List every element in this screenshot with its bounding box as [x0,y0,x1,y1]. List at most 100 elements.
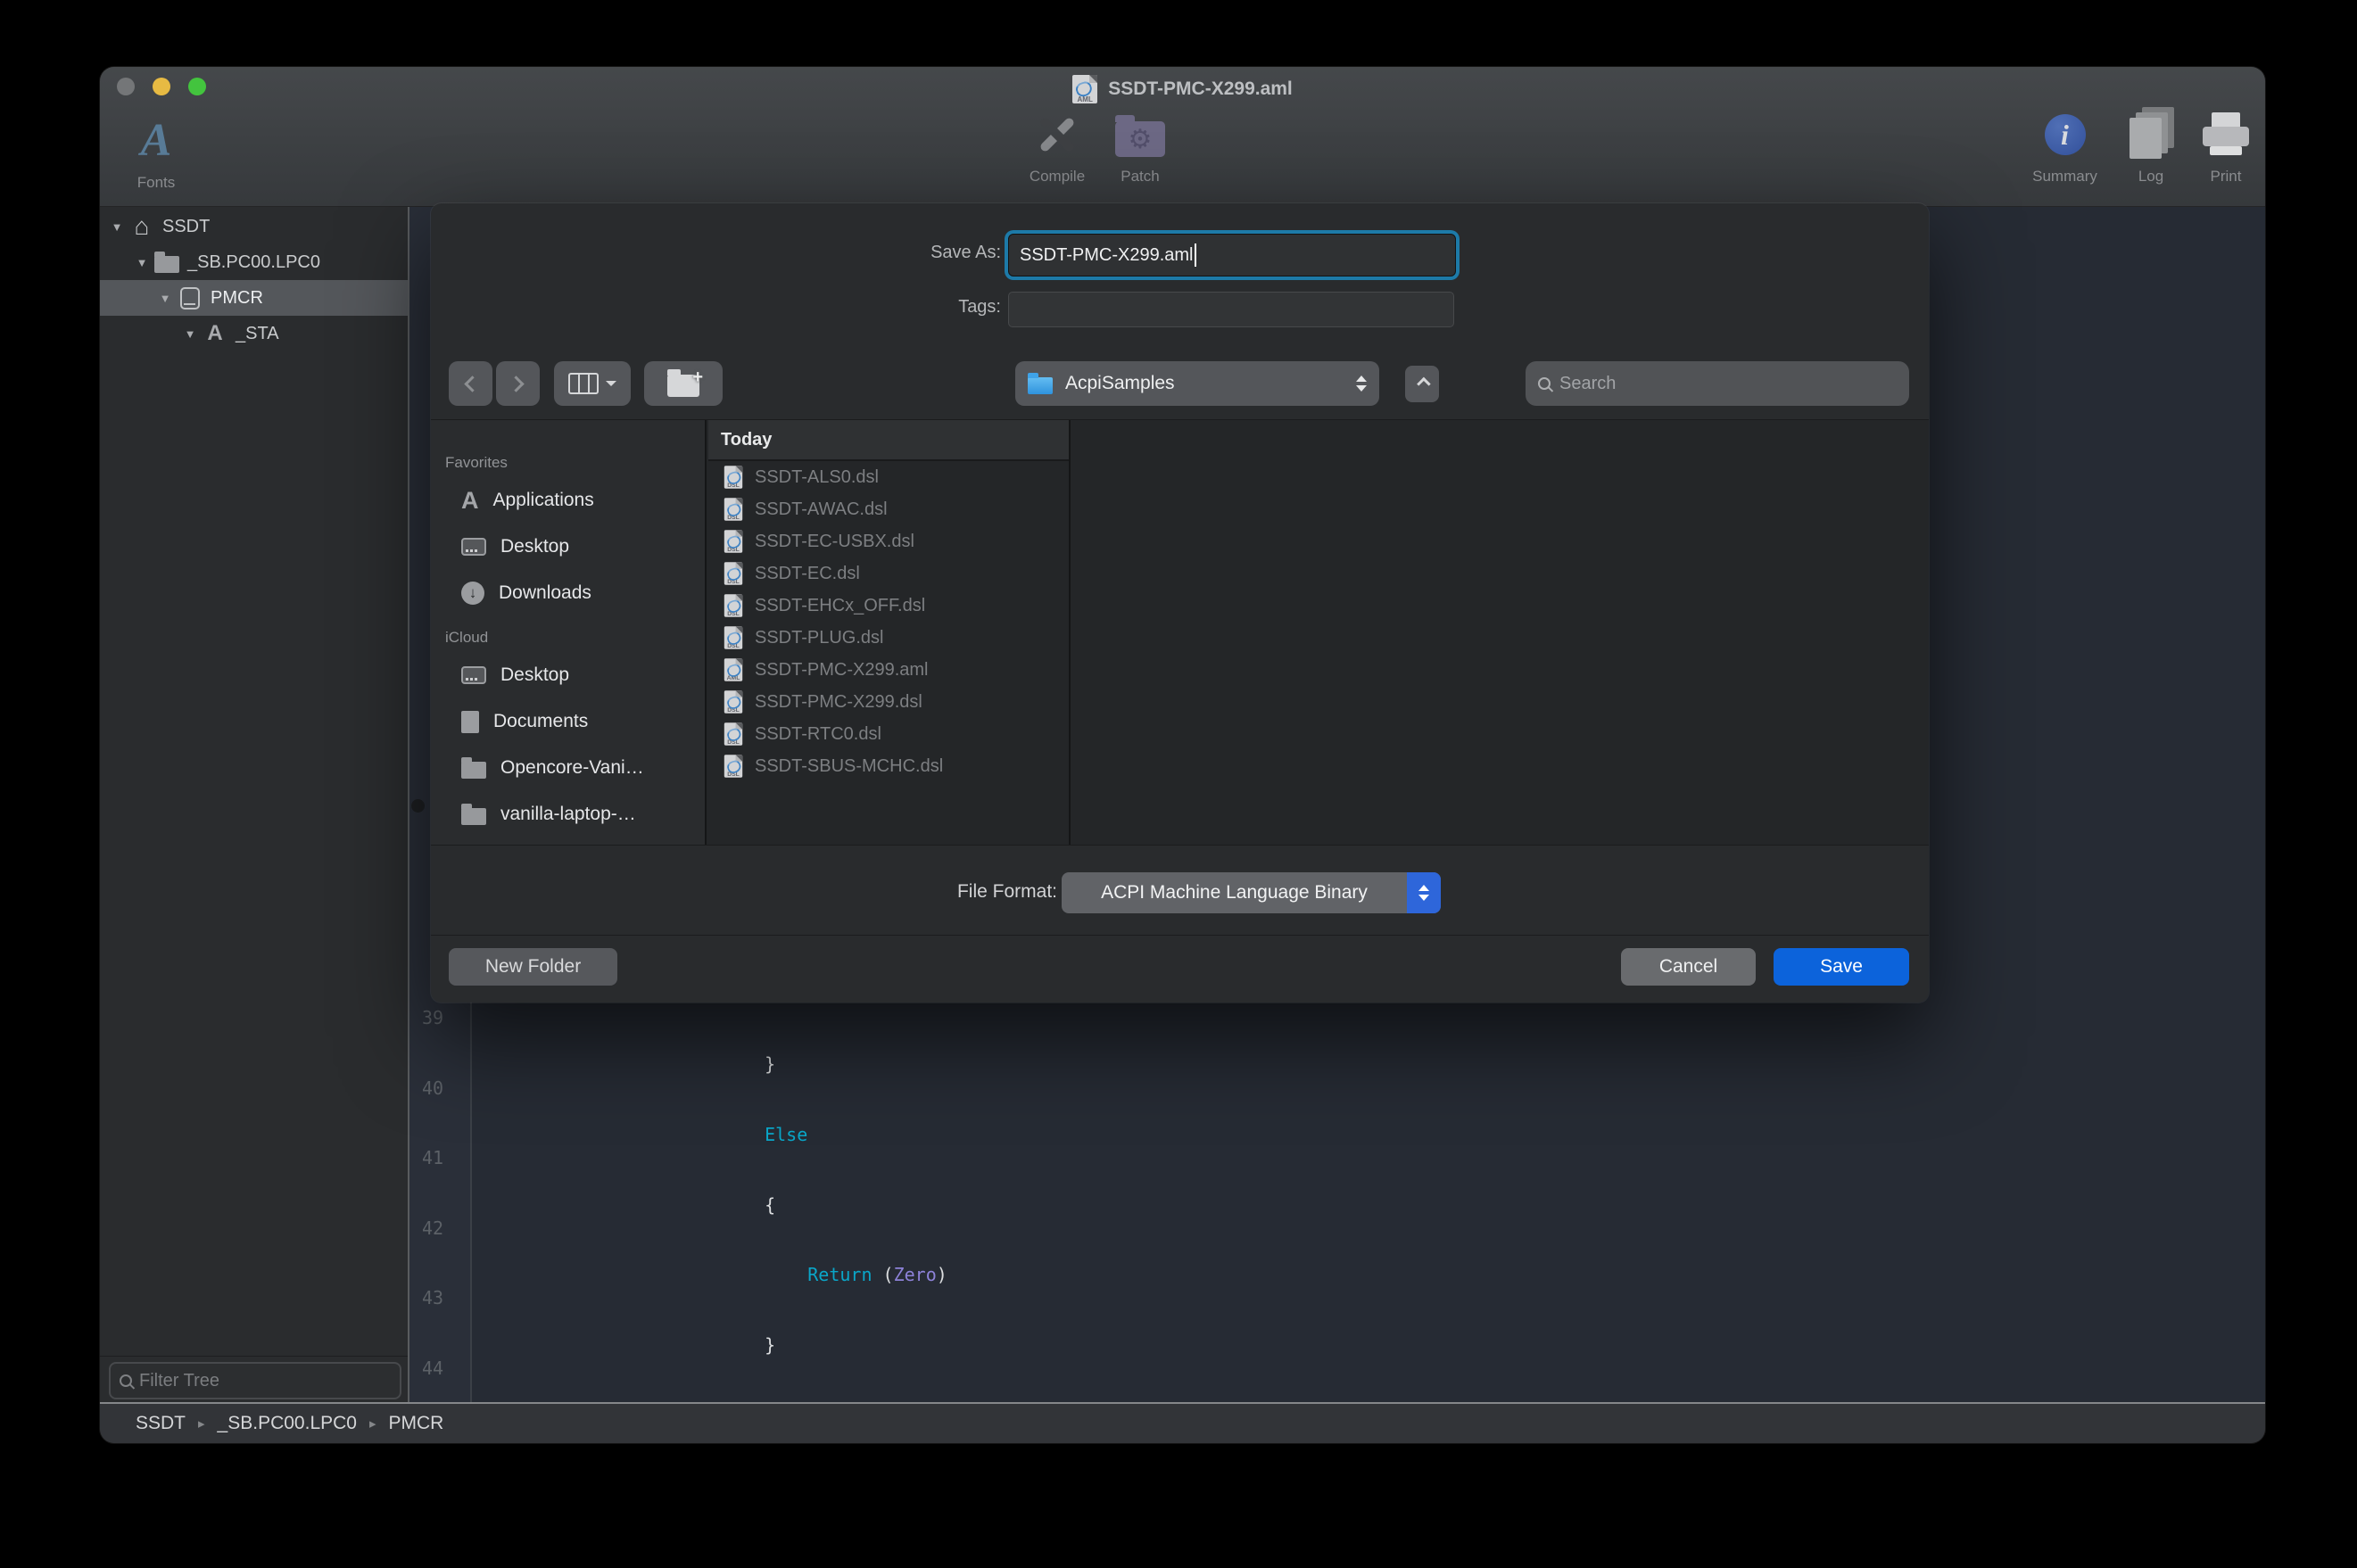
window-title: SSDT-PMC-X299.aml [1108,78,1293,100]
favorites-item-icon [461,666,486,684]
search-icon [1538,377,1551,390]
file-row[interactable]: DSL SSDT-EC.dsl [708,557,1069,590]
favorites-item-label: Documents [493,711,588,732]
code-line: 42 Return (Zero) [409,1217,2265,1287]
tree-item-icon: ⌂ [135,214,150,239]
line-number: 43 [409,1286,472,1357]
favorites-item[interactable]: Documents [431,698,705,745]
toolbar-print-button[interactable]: Print [2195,107,2257,186]
tree-row[interactable]: ▼ ⌂ SSDT [100,209,408,244]
favorites-item[interactable]: Opencore-Vani… [431,745,705,791]
line-number: 42 [409,1217,472,1287]
acpi-tree: ▼ ⌂ SSDT ▼ _SB.PC00.LPC0 ▼ PMCR ▼ A [100,209,408,351]
code-text: Else [472,1077,807,1147]
print-icon [2203,112,2249,157]
popup-accent [1407,872,1441,913]
window-title-row: AML SSDT-PMC-X299.aml [100,74,2265,104]
split-handle-dot[interactable] [411,799,425,813]
code-line: 43 } [409,1286,2265,1357]
toolbar-summary-button[interactable]: i Summary [2018,107,2112,186]
folder-icon [1028,377,1053,394]
code-line: 40 Else [409,1077,2265,1147]
toolbar-fonts-button[interactable]: A Fonts [116,113,196,192]
log-label: Log [2138,168,2163,186]
favorites-item[interactable]: Desktop [431,524,705,570]
tree-row[interactable]: ▼ PMCR [100,280,408,316]
tree-row[interactable]: ▼ A _STA [100,316,408,351]
tree-item-label: _SB.PC00.LPC0 [187,252,320,273]
line-number: 41 [409,1146,472,1217]
location-value: AcpiSamples [1065,373,1344,394]
toolbar-compile-button[interactable]: Compile [1008,107,1106,186]
forward-button[interactable] [496,361,540,406]
favorites-item[interactable]: Desktop [431,652,705,698]
file-row[interactable]: AML SSDT-PMC-X299.aml [708,654,1069,686]
breadcrumb: SSDT ▸ _SB.PC00.LPC0 ▸ PMCR [136,1413,443,1434]
expander-icon[interactable]: ▼ [134,256,150,269]
print-label: Print [2211,168,2242,186]
line-number: 40 [409,1077,472,1147]
code-line: 39 } [409,1006,2265,1077]
tree-row[interactable]: ▼ _SB.PC00.LPC0 [100,244,408,280]
file-format-popup[interactable]: ACPI Machine Language Binary [1062,872,1441,913]
file-row[interactable]: DSL SSDT-EC-USBX.dsl [708,525,1069,557]
fonts-label: Fonts [137,174,176,192]
favorites-section: iCloud Desktop Documents [431,629,705,838]
location-popup[interactable]: AcpiSamples [1015,361,1379,406]
favorites-item[interactable]: vanilla-laptop-… [431,791,705,838]
breadcrumb-separator-icon: ▸ [369,1415,376,1432]
chevron-down-icon [606,381,616,392]
tags-field[interactable] [1008,292,1454,327]
new-folder-toolbar-button[interactable] [644,361,723,406]
favorites-section: Favorites A Applications Desktop ↓ [431,454,705,616]
status-bar: SSDT ▸ _SB.PC00.LPC0 ▸ PMCR [100,1402,2265,1443]
save-as-value: SSDT-PMC-X299.aml [1020,245,1194,266]
cancel-button[interactable]: Cancel [1621,948,1756,986]
tree-item-label: SSDT [162,217,210,237]
filter-tree-field[interactable] [109,1362,401,1399]
new-folder-button[interactable]: New Folder [449,948,617,986]
file-row[interactable]: DSL SSDT-PMC-X299.dsl [708,686,1069,718]
file-row[interactable]: DSL SSDT-ALS0.dsl [708,461,1069,493]
file-list: DSL SSDT-ALS0.dsl DSL SSDT-AWAC.dsl DSL … [708,461,1069,782]
favorites-item[interactable]: ↓ Downloads [431,570,705,616]
filter-tree-input[interactable] [139,1371,391,1391]
breadcrumb-item[interactable]: SSDT [136,1413,186,1434]
view-columns-button[interactable] [554,361,631,406]
toolbar-patch-button[interactable]: ⚙ Patch [1104,107,1176,186]
back-button[interactable] [449,361,492,406]
expander-icon[interactable]: ▼ [109,220,125,234]
file-row[interactable]: DSL SSDT-AWAC.dsl [708,493,1069,525]
favorites-item[interactable]: A Applications [431,477,705,524]
search-icon [120,1374,132,1387]
tree-item-icon [180,287,200,309]
tags-label: Tags: [805,297,1001,318]
save-as-field[interactable]: SSDT-PMC-X299.aml [1008,234,1456,276]
breadcrumb-item[interactable]: _SB.PC00.LPC0 [218,1413,357,1434]
favorites-item-icon: A [461,489,479,513]
file-format-value: ACPI Machine Language Binary [1062,882,1407,904]
breadcrumb-separator-icon: ▸ [198,1415,205,1432]
search-input[interactable] [1559,374,1897,394]
acpi-tree-sidebar: ▼ ⌂ SSDT ▼ _SB.PC00.LPC0 ▼ PMCR ▼ A [100,207,408,1402]
search-field[interactable] [1526,361,1909,406]
line-number: 39 [409,1006,472,1077]
file-row[interactable]: DSL SSDT-PLUG.dsl [708,622,1069,654]
chevron-up-icon [1417,377,1431,392]
favorites-section-title: Favorites [431,454,705,472]
popup-chevrons-icon [1356,370,1367,397]
save-as-label: Save As: [805,243,1001,263]
toolbar-log-button[interactable]: Log [2120,107,2182,186]
save-button[interactable]: Save [1774,948,1909,986]
code-text: { [472,1146,775,1217]
expander-icon[interactable]: ▼ [182,327,198,341]
file-row[interactable]: DSL SSDT-RTC0.dsl [708,718,1069,750]
favorites-item-label: Applications [493,490,594,511]
file-name: SSDT-EHCx_OFF.dsl [755,596,925,616]
breadcrumb-item[interactable]: PMCR [389,1413,444,1434]
collapse-dialog-button[interactable] [1405,366,1439,402]
file-row[interactable]: DSL SSDT-SBUS-MCHC.dsl [708,750,1069,782]
expander-icon[interactable]: ▼ [157,292,173,305]
favorites-item-label: Downloads [499,582,591,604]
file-row[interactable]: DSL SSDT-EHCx_OFF.dsl [708,590,1069,622]
